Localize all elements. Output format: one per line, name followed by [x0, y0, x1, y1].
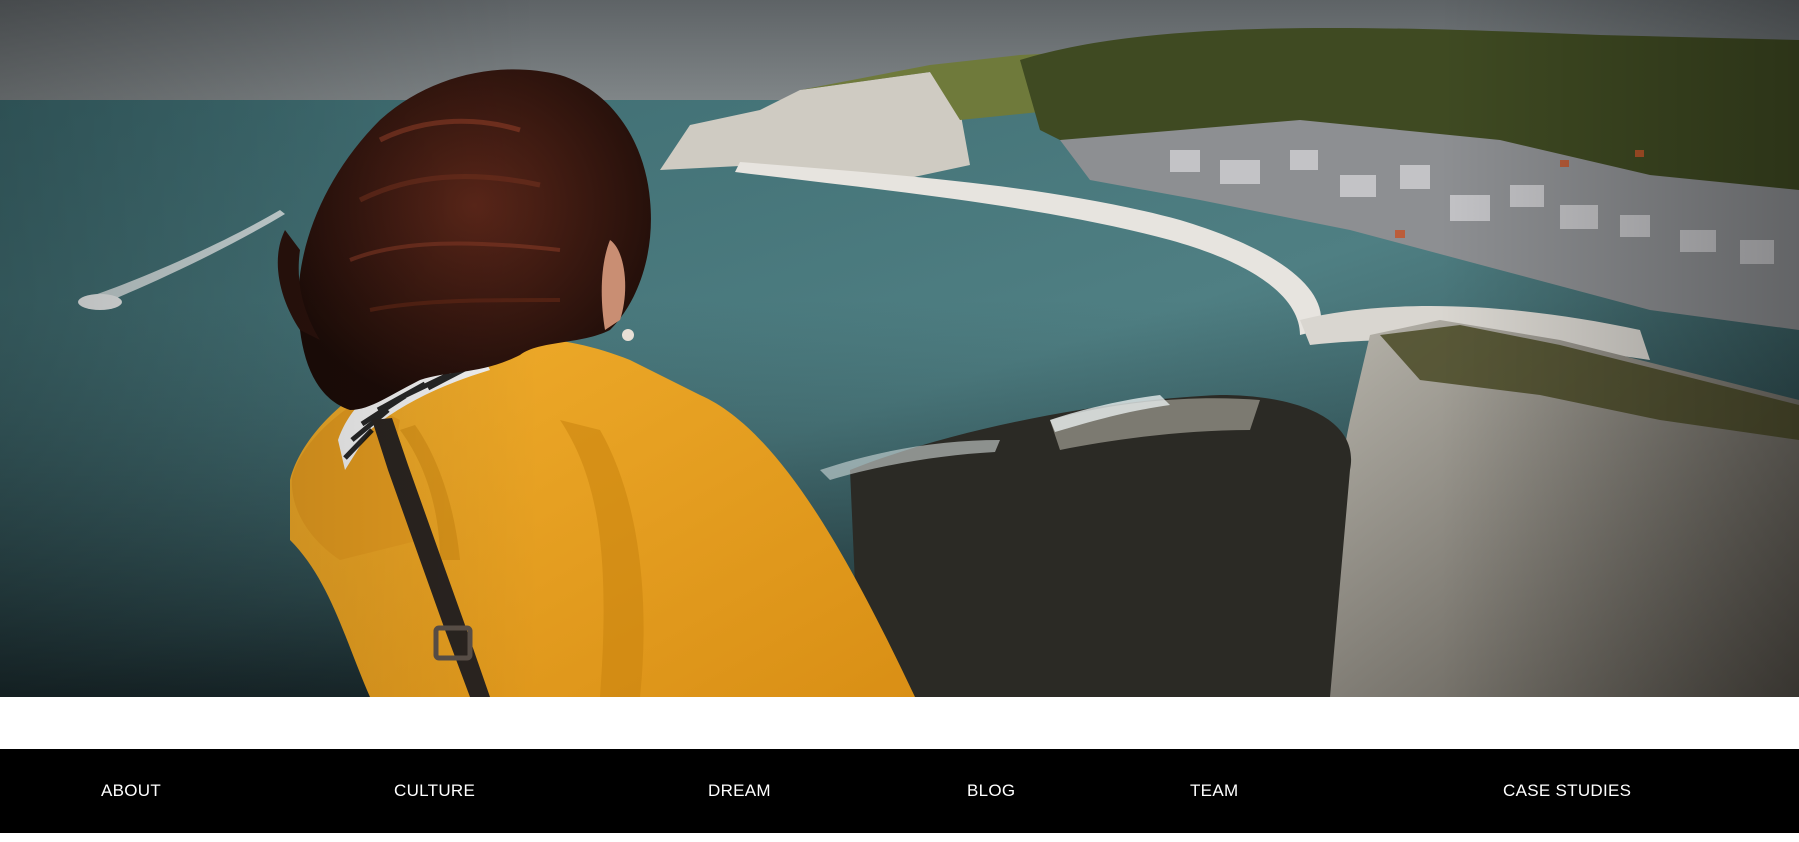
nav-item-blog[interactable]: BLOG [967, 749, 1015, 833]
nav-item-case-studies[interactable]: CASE STUDIES [1503, 749, 1631, 833]
main-nav: ABOUT CULTURE DREAM BLOG TEAM CASE STUDI… [0, 749, 1799, 833]
nav-item-team[interactable]: TEAM [1190, 749, 1238, 833]
hero-image [0, 0, 1799, 697]
nav-item-dream[interactable]: DREAM [708, 749, 771, 833]
page-bottom-strip [0, 833, 1799, 842]
nav-item-culture[interactable]: CULTURE [394, 749, 475, 833]
nav-item-about[interactable]: ABOUT [101, 749, 161, 833]
